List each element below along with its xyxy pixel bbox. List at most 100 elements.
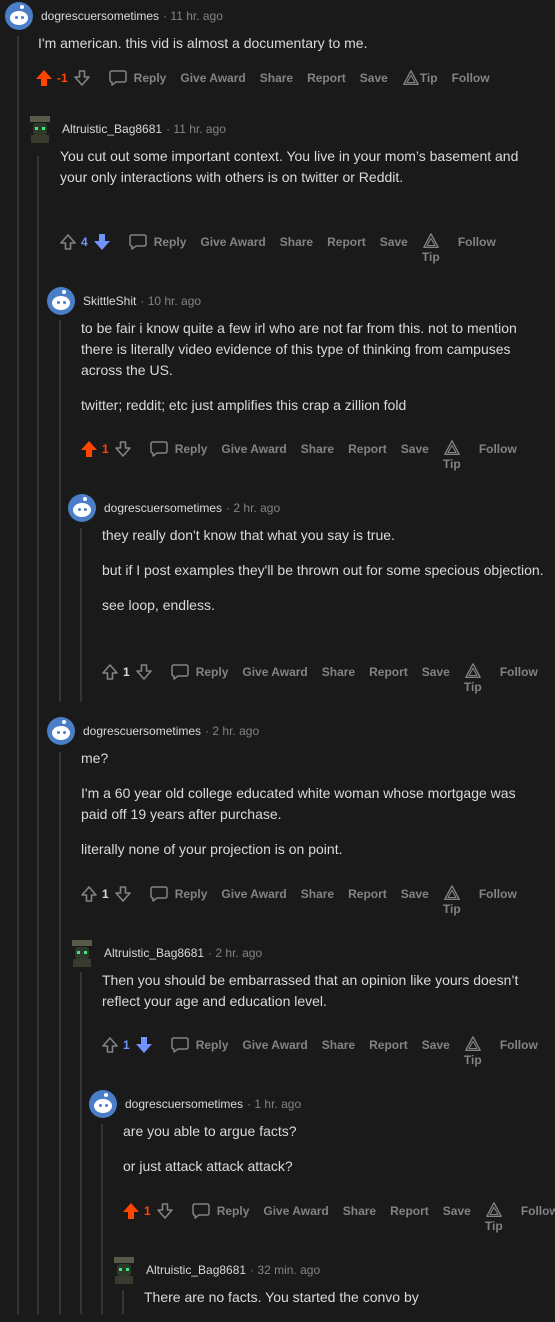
tip-button[interactable]: Tip — [485, 1201, 503, 1233]
share-button[interactable]: Share — [301, 442, 334, 456]
save-button[interactable]: Save — [401, 442, 429, 456]
tip-button[interactable]: Tip — [422, 232, 440, 264]
avatar[interactable] — [5, 2, 33, 30]
follow-button[interactable]: Follow — [500, 665, 538, 679]
reply-icon — [191, 1201, 217, 1221]
avatar[interactable] — [47, 287, 75, 315]
reply-button[interactable]: Reply — [170, 662, 229, 682]
tip-button[interactable]: Tip — [464, 1035, 482, 1067]
save-button[interactable]: Save — [360, 71, 388, 85]
give-award-button[interactable]: Give Award — [263, 1204, 328, 1218]
tip-button[interactable]: Tip — [443, 439, 461, 471]
report-button[interactable]: Report — [348, 442, 387, 456]
downvote-icon[interactable] — [155, 1201, 175, 1221]
downvote-icon[interactable] — [72, 68, 92, 88]
avatar[interactable] — [26, 115, 54, 143]
reply-button[interactable]: Reply — [149, 884, 207, 904]
save-button[interactable]: Save — [422, 665, 450, 679]
share-button[interactable]: Share — [280, 235, 313, 249]
vote-score: 4 — [81, 235, 88, 249]
avatar[interactable] — [110, 1256, 138, 1284]
username[interactable]: dogrescuersometimes — [83, 724, 201, 738]
avatar[interactable] — [89, 1090, 117, 1118]
share-button[interactable]: Share — [322, 1038, 355, 1052]
upvote-icon[interactable] — [100, 662, 120, 682]
username[interactable]: dogrescuersometimes — [125, 1097, 243, 1111]
reply-button[interactable]: Reply — [191, 1201, 250, 1221]
follow-button[interactable]: Follow — [458, 235, 496, 249]
tip-button[interactable]: Tip — [402, 69, 438, 87]
follow-button[interactable]: Follow — [479, 442, 517, 456]
report-button[interactable]: Report — [327, 235, 366, 249]
downvote-icon[interactable] — [113, 439, 133, 459]
thread-line[interactable] — [80, 972, 82, 1314]
follow-button[interactable]: Follow — [500, 1038, 538, 1052]
upvote-icon[interactable] — [34, 68, 54, 88]
downvote-icon[interactable] — [92, 232, 112, 252]
avatar[interactable] — [68, 939, 96, 967]
follow-button[interactable]: Follow — [479, 887, 517, 901]
upvote-icon[interactable] — [121, 1201, 141, 1221]
tip-icon — [464, 662, 482, 680]
thread-line[interactable] — [59, 752, 61, 1314]
share-button[interactable]: Share — [301, 887, 334, 901]
thread-line[interactable] — [17, 36, 19, 1314]
reply-button[interactable]: Reply — [149, 439, 207, 459]
tip-label: Tip — [421, 250, 440, 264]
give-award-button[interactable]: Give Award — [200, 235, 265, 249]
report-button[interactable]: Report — [307, 71, 346, 85]
report-button[interactable]: Report — [369, 1038, 408, 1052]
give-award-button[interactable]: Give Award — [221, 887, 286, 901]
give-award-button[interactable]: Give Award — [242, 665, 307, 679]
thread-line[interactable] — [37, 156, 39, 1314]
tip-button[interactable]: Tip — [464, 662, 482, 694]
report-button[interactable]: Report — [369, 665, 408, 679]
save-button[interactable]: Save — [380, 235, 408, 249]
avatar[interactable] — [47, 717, 75, 745]
share-button[interactable]: Share — [322, 665, 355, 679]
upvote-icon[interactable] — [100, 1035, 120, 1055]
username[interactable]: Altruistic_Bag8681 — [104, 946, 204, 960]
upvote-icon[interactable] — [79, 884, 99, 904]
follow-button[interactable]: Follow — [521, 1204, 555, 1218]
comment-paragraph: but if I post examples they'll be thrown… — [102, 562, 544, 578]
thread-line[interactable] — [101, 1124, 103, 1314]
avatar[interactable] — [68, 494, 96, 522]
give-award-button[interactable]: Give Award — [242, 1038, 307, 1052]
reply-icon — [170, 662, 196, 682]
username[interactable]: Altruistic_Bag8681 — [62, 122, 162, 136]
save-button[interactable]: Save — [401, 887, 429, 901]
comment-paragraph: or just attack attack attack? — [123, 1158, 293, 1174]
follow-button[interactable]: Follow — [452, 71, 490, 85]
thread-line[interactable] — [122, 1290, 124, 1314]
downvote-icon[interactable] — [113, 884, 133, 904]
username[interactable]: Altruistic_Bag8681 — [146, 1263, 246, 1277]
share-button[interactable]: Share — [260, 71, 293, 85]
comment-actions: 1 Reply Give Award Share Report Save Tip Follow — [79, 437, 531, 471]
username[interactable]: dogrescuersometimes — [41, 9, 159, 23]
upvote-icon[interactable] — [58, 232, 78, 252]
comment-header: dogrescuersometimes · 2 hr. ago — [47, 717, 259, 745]
tip-button[interactable]: Tip — [443, 884, 461, 916]
reply-label: Reply — [195, 665, 229, 679]
give-award-button[interactable]: Give Award — [221, 442, 286, 456]
upvote-icon[interactable] — [79, 439, 99, 459]
report-button[interactable]: Report — [390, 1204, 429, 1218]
downvote-icon[interactable] — [134, 1035, 154, 1055]
reply-button[interactable]: Reply — [128, 232, 187, 252]
username[interactable]: SkittleShit — [83, 294, 136, 308]
reply-button[interactable]: Reply — [170, 1035, 228, 1055]
thread-line[interactable] — [59, 320, 61, 702]
give-award-button[interactable]: Give Award — [180, 71, 245, 85]
tip-icon — [443, 884, 461, 902]
thread-line[interactable] — [80, 528, 82, 702]
report-button[interactable]: Report — [348, 887, 387, 901]
reply-label: Reply — [216, 1204, 250, 1218]
save-button[interactable]: Save — [443, 1204, 471, 1218]
share-button[interactable]: Share — [343, 1204, 376, 1218]
reply-label: Reply — [153, 235, 187, 249]
downvote-icon[interactable] — [134, 662, 154, 682]
reply-button[interactable]: Reply — [108, 68, 166, 88]
username[interactable]: dogrescuersometimes — [104, 501, 222, 515]
save-button[interactable]: Save — [422, 1038, 450, 1052]
